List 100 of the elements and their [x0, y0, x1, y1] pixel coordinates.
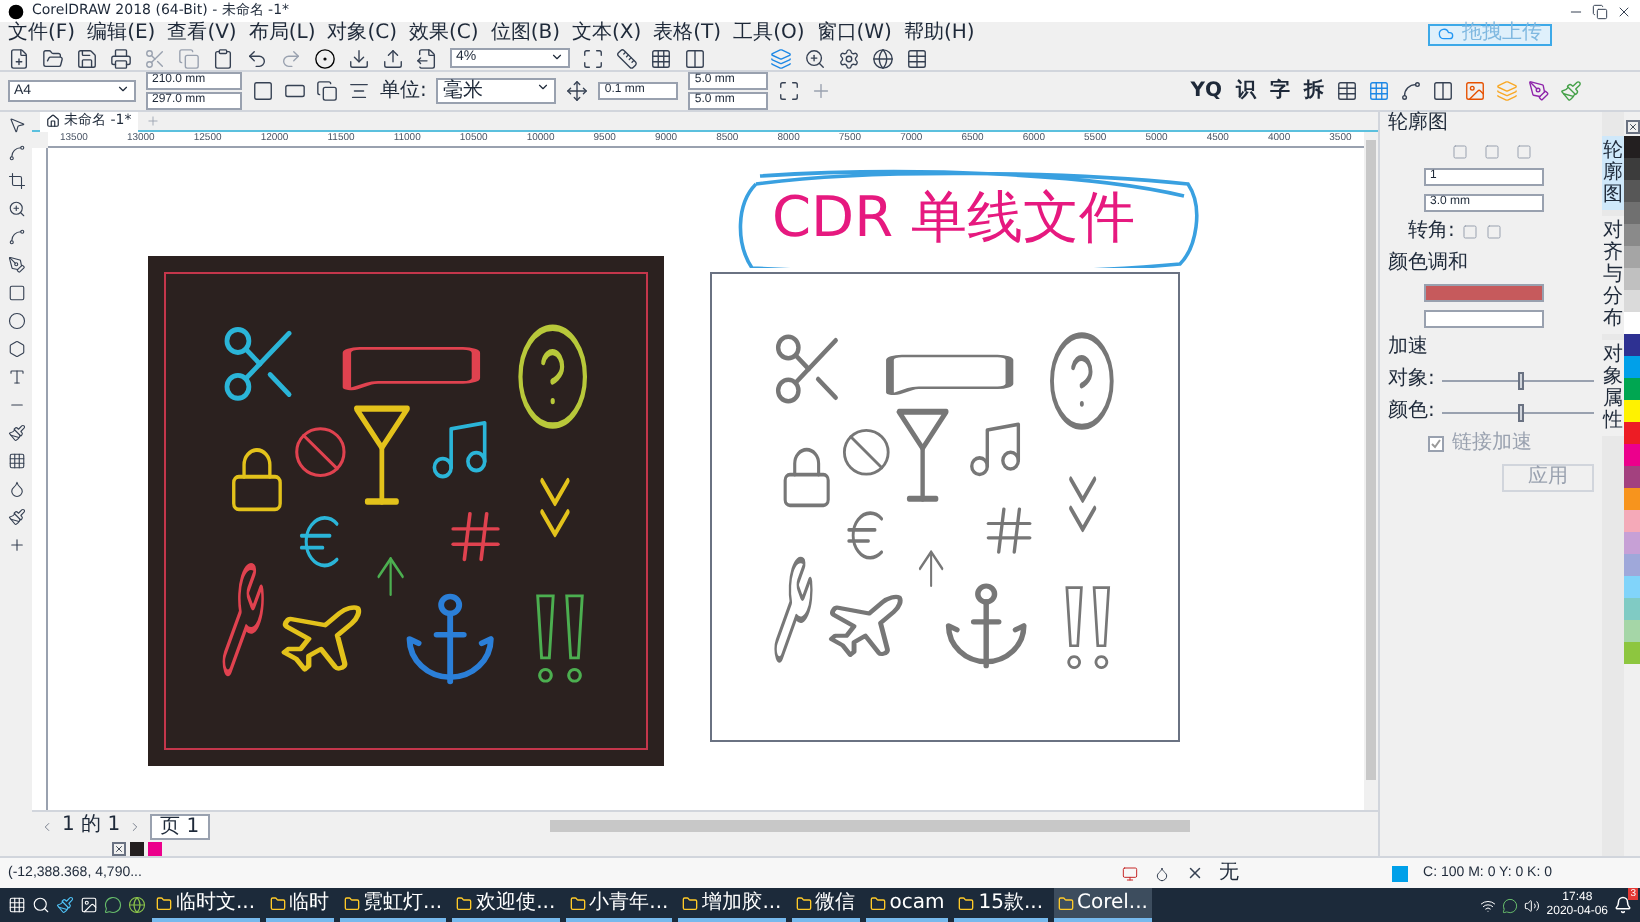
current-page-icon[interactable] [348, 80, 370, 102]
export-icon[interactable] [382, 47, 404, 69]
ruler-icon[interactable] [616, 47, 638, 69]
color-swatch[interactable] [1624, 554, 1640, 576]
slider-thumb[interactable] [1518, 371, 1525, 389]
color-picker-field[interactable] [1424, 284, 1544, 302]
color-swatch[interactable] [1624, 158, 1640, 180]
menu-item[interactable]: 表格(T) [653, 22, 722, 46]
start-icon[interactable] [8, 896, 26, 914]
fill-icon[interactable] [1153, 865, 1170, 881]
new-document-icon[interactable] [8, 47, 30, 69]
grid-icon[interactable] [650, 47, 672, 69]
menu-item[interactable]: 文本(X) [571, 22, 642, 46]
color-swatch[interactable] [1624, 532, 1640, 554]
zoom-icon[interactable] [7, 200, 25, 218]
menu-item[interactable]: 帮助(H) [903, 22, 975, 46]
macro-button[interactable]: 字 [1268, 79, 1292, 103]
color-swatch[interactable] [1624, 180, 1640, 202]
taskbar-item[interactable]: Corel... [1053, 888, 1152, 922]
docker-tab[interactable]: 对齐与分布 [1602, 216, 1624, 334]
color-swatch[interactable] [1624, 312, 1640, 334]
color-swatch[interactable] [1624, 378, 1640, 400]
taskbar-item[interactable]: ocam [865, 888, 949, 922]
rectangle-icon[interactable] [7, 284, 25, 302]
pattern-icon[interactable] [7, 452, 25, 470]
taskbar-item[interactable]: 霓虹灯... [339, 888, 447, 922]
color-swatch[interactable] [1624, 224, 1640, 246]
macro-button[interactable]: 拆 [1302, 79, 1326, 103]
units-dropdown[interactable]: 毫米 [436, 78, 557, 104]
disc-icon[interactable] [314, 47, 336, 69]
pointer-icon[interactable] [7, 116, 25, 134]
menu-item[interactable]: 窗口(W) [816, 22, 892, 46]
chat-icon[interactable] [104, 896, 122, 914]
color-swatch[interactable] [1624, 334, 1640, 356]
landscape-icon[interactable] [284, 80, 306, 102]
save-icon[interactable] [76, 47, 98, 69]
color-swatch[interactable] [1624, 246, 1640, 268]
color-swatch[interactable] [1624, 136, 1640, 158]
add-tool-icon[interactable] [7, 536, 25, 554]
undo-icon[interactable] [246, 47, 268, 69]
volume-icon[interactable] [1524, 897, 1541, 913]
fill-icon[interactable] [7, 508, 25, 526]
menu-item[interactable]: 文件(F) [8, 22, 76, 46]
guidelines-icon[interactable] [684, 47, 706, 69]
color-swatch[interactable] [148, 841, 162, 855]
taskbar-item[interactable]: 临时 [265, 888, 334, 922]
taskbar-item[interactable]: 临时文... [152, 888, 260, 922]
table-icon[interactable] [906, 47, 928, 69]
open-icon[interactable] [42, 47, 64, 69]
frame-icon[interactable] [778, 80, 801, 102]
menu-item[interactable]: 查看(V) [167, 22, 237, 46]
checkbox[interactable] [1428, 436, 1444, 452]
globe-icon[interactable] [872, 47, 894, 69]
text-tool-icon[interactable] [7, 368, 25, 386]
taskbar-item[interactable]: 增加胶... [678, 888, 786, 922]
paste-icon[interactable] [212, 47, 234, 69]
chat-icon[interactable] [1502, 897, 1519, 913]
pen-icon[interactable] [1528, 80, 1550, 102]
taskbar-item[interactable]: 15款... [954, 888, 1047, 922]
macro-button[interactable]: 识 [1234, 79, 1258, 103]
brush-icon[interactable] [7, 424, 25, 442]
docker-tab[interactable]: 对象属性 [1602, 340, 1624, 436]
image-icon[interactable] [1464, 80, 1486, 102]
zoom-icon[interactable] [804, 47, 826, 69]
color-picker-field[interactable] [1424, 310, 1544, 328]
network-icon[interactable] [1480, 897, 1497, 913]
color-swatch[interactable] [1624, 202, 1640, 224]
curve-tool-icon[interactable] [7, 228, 25, 246]
import-icon[interactable] [348, 47, 370, 69]
color-swatch[interactable] [1624, 268, 1640, 290]
restore-icon[interactable] [1592, 3, 1608, 19]
color-swatch[interactable] [1624, 576, 1640, 598]
color-swatch[interactable] [130, 841, 144, 855]
taskbar-item[interactable]: 微信 [791, 888, 860, 922]
color-swatch[interactable] [1624, 422, 1640, 444]
page-tab[interactable]: 页 1 [150, 813, 210, 839]
pen-tool-icon[interactable] [7, 256, 25, 274]
table-icon[interactable] [1336, 80, 1358, 102]
dropper-icon[interactable] [7, 480, 25, 498]
menu-item[interactable]: 对象(C) [327, 22, 398, 46]
curve-icon[interactable] [1400, 80, 1422, 102]
app-icon[interactable] [56, 896, 74, 914]
nudge-icon[interactable] [566, 80, 589, 102]
gear-icon[interactable] [838, 47, 860, 69]
close-icon[interactable] [1616, 3, 1632, 19]
ellipse-icon[interactable] [7, 312, 25, 330]
menu-item[interactable]: 布局(L) [248, 22, 316, 46]
no-color-swatch-icon[interactable] [1625, 120, 1639, 134]
color-swatch[interactable] [1624, 642, 1640, 664]
taskbar-item[interactable]: 欢迎使... [452, 888, 560, 922]
monitor-icon[interactable] [1121, 865, 1138, 881]
portrait-icon[interactable] [252, 80, 274, 102]
color-swatch[interactable] [1624, 488, 1640, 510]
camera-icon[interactable] [80, 896, 98, 914]
polygon-icon[interactable] [7, 340, 25, 358]
taskbar-item[interactable]: 小青年... [565, 888, 673, 922]
columns-icon[interactable] [1432, 80, 1454, 102]
color-swatch[interactable] [1624, 444, 1640, 466]
color-swatch[interactable] [1624, 598, 1640, 620]
layers-icon[interactable] [770, 47, 792, 69]
